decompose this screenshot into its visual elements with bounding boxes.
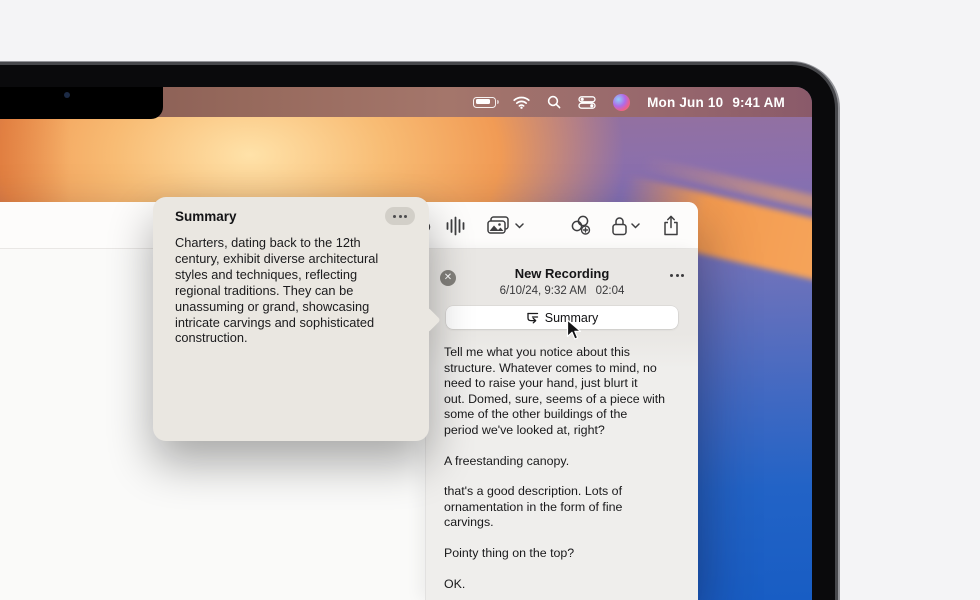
transcript-paragraph: that's a good description. Lots of ornam… [444,484,688,531]
summary-button[interactable]: Summary [446,306,678,329]
more-options-button[interactable] [670,274,684,277]
popover-title: Summary [175,209,237,224]
wifi-icon[interactable] [513,87,530,117]
control-center-icon[interactable] [578,87,596,117]
audio-waveform-icon[interactable] [446,202,465,249]
display-notch [0,87,163,119]
menu-bar-time: 9:41 AM [732,95,785,110]
recording-title: New Recording [426,266,698,281]
summary-popover: Summary Charters, dating back to the 12t… [153,197,429,441]
share-icon[interactable] [662,202,680,249]
menu-bar-clock[interactable]: Mon Jun 10 9:41 AM [647,95,785,110]
chevron-down-icon[interactable] [631,202,640,249]
recording-datetime: 6/10/24, 9:32 AM [500,285,587,297]
transcript: Tell me what you notice about this struc… [444,345,688,600]
add-link-icon[interactable] [570,202,592,249]
transcript-paragraph: OK. [444,577,688,593]
photos-icon[interactable] [486,202,510,249]
page: Mon Jun 10 9:41 AM [0,0,980,600]
transcript-paragraph: A freestanding canopy. [444,454,688,470]
lock-icon[interactable] [611,202,628,249]
recording-panel: ✕ New Recording 6/10/24, 9:32 AM 02:04 [425,249,698,600]
camera-icon [64,92,70,98]
macbook-screen: Mon Jun 10 9:41 AM [0,87,812,600]
ellipsis-icon[interactable] [385,207,415,225]
mouse-cursor [566,319,582,341]
battery-icon[interactable] [473,87,496,117]
recording-duration: 02:04 [596,285,625,297]
transcript-paragraph: Tell me what you notice about this struc… [444,345,688,439]
recording-meta: 6/10/24, 9:32 AM 02:04 [426,285,698,297]
summarize-icon [526,311,539,324]
search-icon[interactable] [547,87,561,117]
menu-bar-date: Mon Jun 10 [647,95,723,110]
popover-summary-text: Charters, dating back to the 12th centur… [175,235,411,346]
chevron-down-icon[interactable] [515,202,524,249]
transcript-paragraph: Pointy thing on the top? [444,546,688,562]
siri-icon[interactable] [613,87,630,117]
